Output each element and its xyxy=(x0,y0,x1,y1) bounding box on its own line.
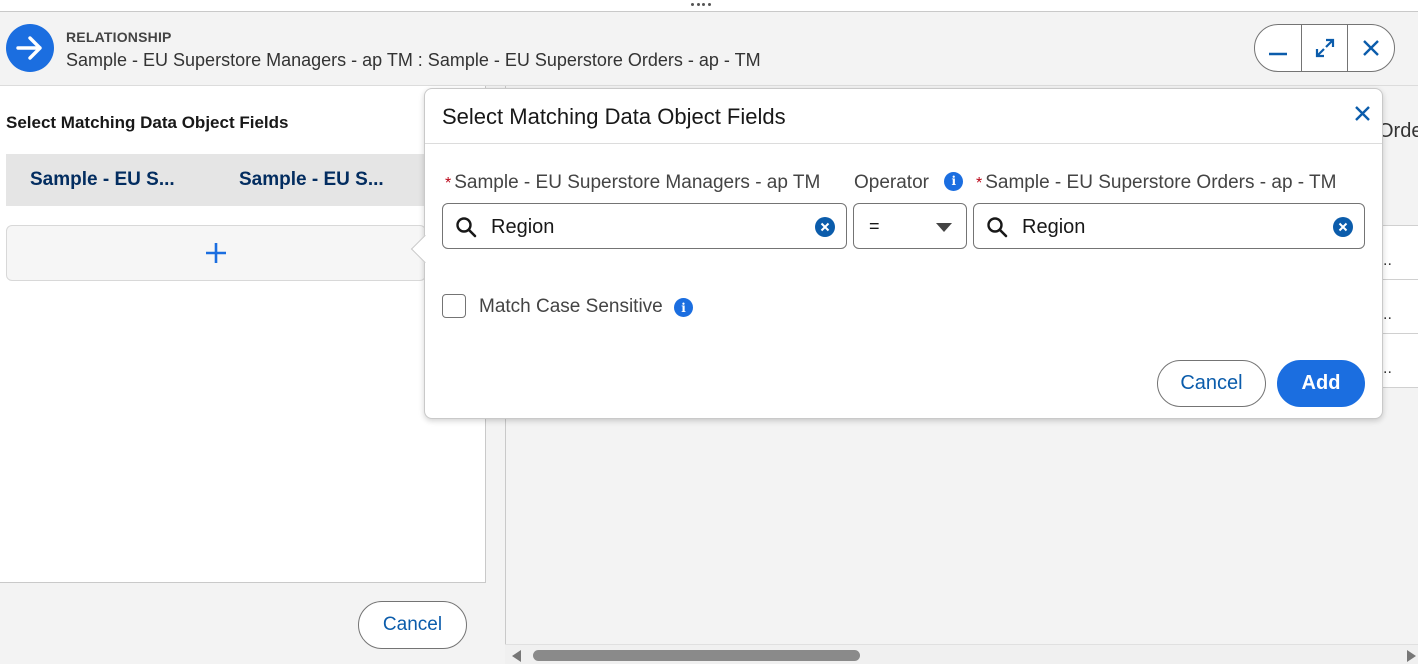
popover-close-button[interactable] xyxy=(1350,101,1374,125)
page-title: Sample - EU Superstore Managers - ap TM … xyxy=(66,50,761,70)
operator-value: = xyxy=(869,216,880,236)
drag-dots-icon xyxy=(691,3,711,7)
match-case-checkbox[interactable] xyxy=(442,294,466,318)
required-marker: * xyxy=(976,175,983,192)
clear-selection-icon[interactable] xyxy=(815,217,835,237)
scroll-left-icon[interactable] xyxy=(512,650,521,662)
window-controls xyxy=(1254,24,1395,72)
plus-icon xyxy=(206,243,226,263)
close-button[interactable] xyxy=(1348,25,1394,71)
match-case-label: Match Case Sensitive xyxy=(479,296,663,317)
target-field-value: Region xyxy=(1022,216,1086,238)
expand-icon xyxy=(1315,38,1334,58)
left-panel: Select Matching Data Object Fields Sampl… xyxy=(0,86,486,664)
table-row: .. xyxy=(1381,226,1418,280)
field-match-popover: Select Matching Data Object Fields * Samp… xyxy=(410,88,1383,419)
search-icon xyxy=(987,217,1008,238)
column-header-source: Sample - EU S... xyxy=(30,169,175,190)
required-marker: * xyxy=(445,175,452,192)
mapping-table-header: Sample - EU S... Sample - EU S... xyxy=(6,154,426,206)
minimize-button[interactable] xyxy=(1255,25,1302,71)
operator-select[interactable]: = xyxy=(853,203,967,249)
table-row: .. xyxy=(1381,280,1418,334)
close-icon xyxy=(1354,105,1370,121)
divider xyxy=(425,143,1382,144)
chevron-down-icon xyxy=(936,223,952,232)
target-field-lookup[interactable]: Region xyxy=(973,203,1365,249)
expand-button[interactable] xyxy=(1302,25,1349,71)
horizontal-scrollbar[interactable] xyxy=(505,644,1418,664)
scrollbar-thumb[interactable] xyxy=(533,650,860,661)
header-eyebrow: RELATIONSHIP xyxy=(66,29,172,45)
minimize-icon xyxy=(1268,52,1287,56)
target-field-label: * Sample - EU Superstore Orders - ap - TM xyxy=(976,172,1337,193)
source-field-value: Region xyxy=(491,216,555,238)
popover-title: Select Matching Data Object Fields xyxy=(442,104,786,129)
add-field-mapping-button[interactable] xyxy=(6,225,426,281)
arrow-right-icon xyxy=(6,24,54,72)
left-heading: Select Matching Data Object Fields xyxy=(6,113,289,132)
left-footer: Cancel xyxy=(0,582,486,664)
cancel-button[interactable]: Cancel xyxy=(358,601,467,649)
clear-selection-icon[interactable] xyxy=(1333,217,1353,237)
right-panel-heading: Orde xyxy=(1378,120,1418,142)
table-header xyxy=(1381,174,1418,226)
source-field-lookup[interactable]: Region xyxy=(442,203,847,249)
info-icon[interactable]: i xyxy=(944,171,964,191)
column-header-target: Sample - EU S... xyxy=(239,169,384,190)
panel-resize-handle[interactable] xyxy=(0,0,1418,12)
preview-table: .. .. .. xyxy=(1380,174,1418,388)
cancel-button[interactable]: Cancel xyxy=(1157,360,1266,407)
info-icon[interactable]: i xyxy=(674,298,693,317)
close-icon xyxy=(1363,40,1380,56)
search-icon xyxy=(456,217,477,238)
source-field-label: * Sample - EU Superstore Managers - ap TM xyxy=(445,172,821,193)
add-button[interactable]: Add xyxy=(1277,360,1365,407)
scroll-right-icon[interactable] xyxy=(1407,650,1416,662)
table-row: .. xyxy=(1381,334,1418,388)
header: RELATIONSHIP Sample - EU Superstore Mana… xyxy=(0,12,1418,86)
operator-label: Operator i xyxy=(854,171,964,194)
